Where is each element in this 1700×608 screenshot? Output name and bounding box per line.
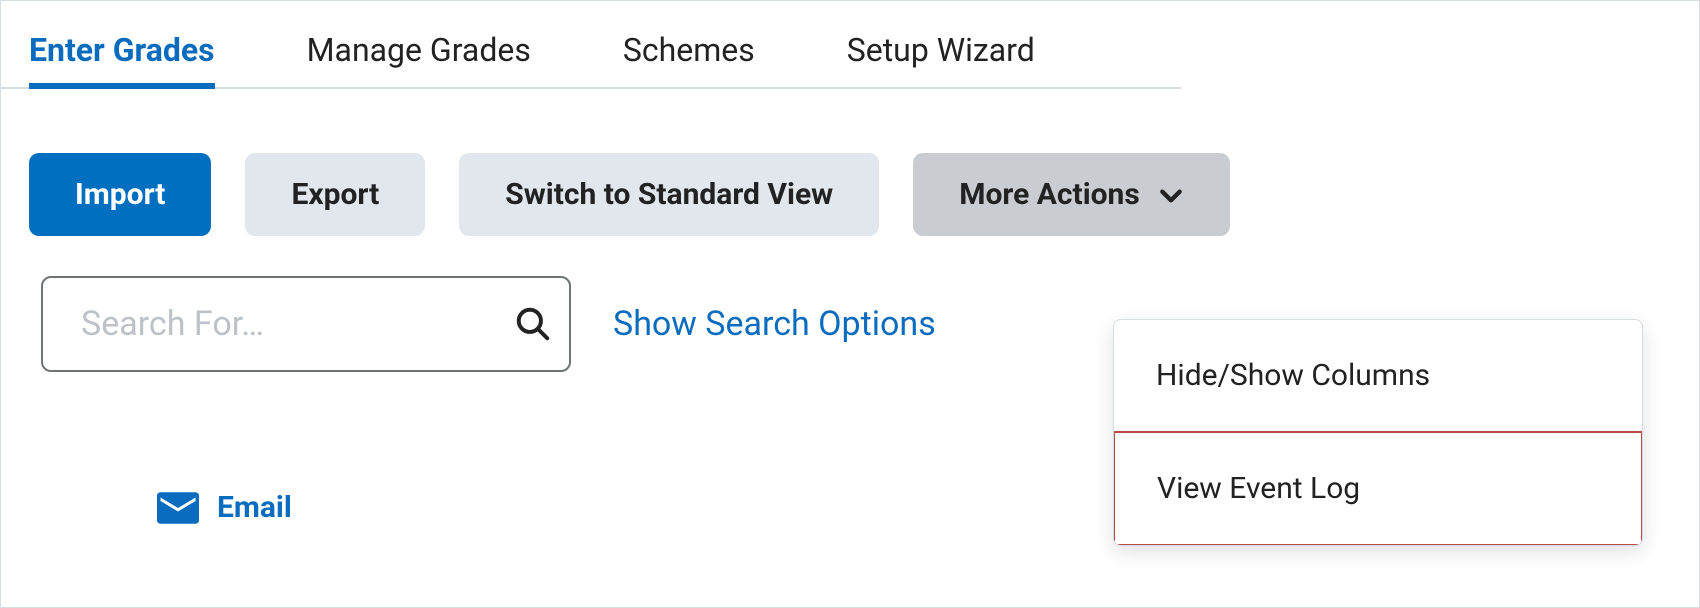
- dropdown-view-event-log[interactable]: View Event Log: [1113, 431, 1643, 546]
- more-actions-label: More Actions: [959, 177, 1140, 212]
- email-link[interactable]: Email: [217, 490, 292, 525]
- export-button[interactable]: Export: [245, 153, 425, 236]
- tab-bar: Enter Grades Manage Grades Schemes Setup…: [1, 1, 1181, 89]
- dropdown-hide-show-columns[interactable]: Hide/Show Columns: [1114, 320, 1642, 432]
- tab-manage-grades[interactable]: Manage Grades: [307, 31, 531, 87]
- app-container: Enter Grades Manage Grades Schemes Setup…: [0, 0, 1700, 608]
- import-button[interactable]: Import: [29, 153, 211, 236]
- tab-setup-wizard[interactable]: Setup Wizard: [847, 31, 1035, 87]
- more-actions-button[interactable]: More Actions: [913, 153, 1230, 236]
- search-input[interactable]: [79, 303, 514, 345]
- chevron-down-icon: [1158, 182, 1184, 208]
- toolbar: Import Export Switch to Standard View Mo…: [1, 89, 1699, 236]
- switch-view-button[interactable]: Switch to Standard View: [459, 153, 879, 236]
- search-box: [41, 276, 571, 372]
- show-search-options-link[interactable]: Show Search Options: [613, 304, 936, 344]
- more-actions-dropdown: Hide/Show Columns View Event Log: [1113, 319, 1643, 546]
- tab-enter-grades[interactable]: Enter Grades: [29, 31, 215, 87]
- search-icon[interactable]: [514, 305, 552, 343]
- tab-schemes[interactable]: Schemes: [623, 31, 755, 87]
- email-icon: [157, 492, 199, 524]
